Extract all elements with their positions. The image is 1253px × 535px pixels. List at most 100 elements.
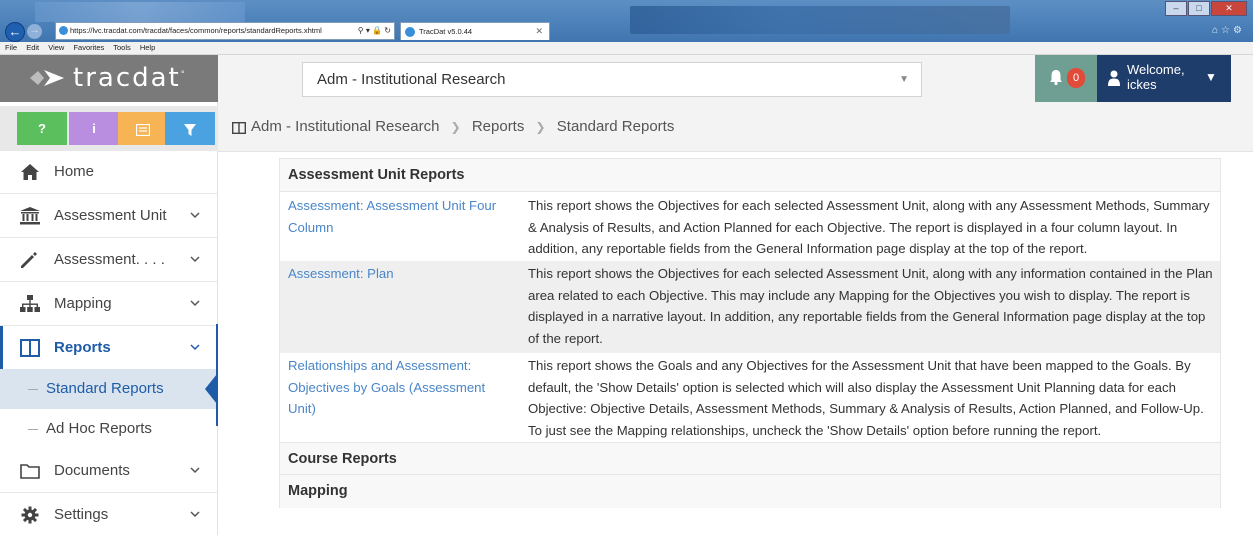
welcome-label: Welcome, xyxy=(1127,62,1185,77)
institution-icon xyxy=(20,207,40,225)
chevron-down-icon xyxy=(190,256,200,263)
tab-title: TracDat v5.0.44 xyxy=(419,27,473,36)
sidebar-item-home[interactable]: Home xyxy=(0,150,218,194)
sidebar-item-label: Home xyxy=(54,163,95,180)
sidebar-item-assessment[interactable]: Assessment. . . . xyxy=(0,238,218,282)
username: ickes xyxy=(1127,77,1157,92)
maximize-button[interactable]: □ xyxy=(1188,1,1210,16)
app-header: tracdat° Adm - Institutional Research ▼ … xyxy=(0,55,1253,102)
menu-edit[interactable]: Edit xyxy=(26,43,39,52)
browser-tab[interactable]: TracDat v5.0.44 ✕ xyxy=(400,22,550,40)
report-description: This report shows the Objectives for eac… xyxy=(528,266,1213,346)
chevron-down-icon xyxy=(190,212,200,219)
logo-arrow-icon xyxy=(30,70,64,86)
sidebar-subitem-label: Ad Hoc Reports xyxy=(46,420,152,437)
breadcrumb-item-current: Standard Reports xyxy=(556,118,675,135)
window-controls: – □ ✕ xyxy=(1165,1,1247,18)
sidebar-item-label: Assessment Unit xyxy=(54,207,167,224)
menu-view[interactable]: View xyxy=(48,43,64,52)
sidebar-item-label: Reports xyxy=(54,339,111,356)
chevron-down-icon xyxy=(190,511,200,518)
sidebar-subitem-label: Standard Reports xyxy=(46,380,164,397)
report-row: Assessment: Plan This report shows the O… xyxy=(280,261,1220,353)
close-window-button[interactable]: ✕ xyxy=(1211,1,1247,16)
report-link[interactable]: Assessment: Plan xyxy=(288,263,503,285)
chevron-down-icon xyxy=(190,344,200,351)
menu-favorites[interactable]: Favorites xyxy=(73,43,104,52)
breadcrumb-separator-icon: ❯ xyxy=(450,120,461,134)
sidebar: ? i Home Assessment Unit Assessment. . .… xyxy=(0,102,218,535)
sidebar-item-label: Mapping xyxy=(54,295,112,312)
section-header-assessment-unit[interactable]: Assessment Unit Reports xyxy=(280,159,1220,192)
list-icon xyxy=(135,123,151,136)
columns-icon xyxy=(232,122,246,134)
sidebar-item-reports[interactable]: Reports xyxy=(0,326,218,370)
section-header-course-reports[interactable]: Course Reports xyxy=(280,442,1220,475)
tree-line xyxy=(28,389,38,390)
home-icon xyxy=(21,164,39,180)
breadcrumb-item-reports[interactable]: Reports xyxy=(472,118,525,135)
breadcrumb-separator-icon: ❯ xyxy=(535,120,546,134)
breadcrumb-item-context[interactable]: Adm - Institutional Research xyxy=(251,118,439,135)
report-description: This report shows the Objectives for eac… xyxy=(528,198,1210,256)
columns-icon xyxy=(20,339,40,357)
logo[interactable]: tracdat° xyxy=(0,55,218,102)
info-button[interactable]: i xyxy=(69,112,119,145)
user-menu-button[interactable]: Welcome, ickes ▼ xyxy=(1097,55,1231,102)
screen: ← → https://lvc.tracdat.com/tracdat/face… xyxy=(0,0,1253,535)
list-button[interactable] xyxy=(118,112,168,145)
sidebar-item-label: Settings xyxy=(54,506,109,523)
address-bar[interactable]: https://lvc.tracdat.com/tracdat/faces/co… xyxy=(55,22,395,40)
sidebar-subitem-standard-reports[interactable]: Standard Reports xyxy=(0,369,218,409)
context-select[interactable]: Adm - Institutional Research ▼ xyxy=(302,62,922,97)
section-header-mapping[interactable]: Mapping xyxy=(280,475,1220,508)
breadcrumb-trail: Adm - Institutional Research ❯ Reports ❯… xyxy=(251,102,674,152)
report-link[interactable]: Relationships and Assessment: Objectives… xyxy=(288,355,503,420)
context-select-value: Adm - Institutional Research xyxy=(317,71,506,88)
breadcrumb: Adm - Institutional Research ❯ Reports ❯… xyxy=(218,102,1253,152)
report-row: Assessment: Assessment Unit Four Column … xyxy=(280,193,1220,261)
sidebar-subitem-ad-hoc-reports[interactable]: Ad Hoc Reports xyxy=(0,409,218,449)
help-button[interactable]: ? xyxy=(17,112,67,145)
tab-close-icon[interactable]: ✕ xyxy=(535,23,543,40)
address-tools-icon[interactable]: ⚲ ▾ 🔒 ↻ xyxy=(358,23,391,39)
bell-icon xyxy=(1050,70,1062,85)
site-icon xyxy=(59,26,68,35)
sidebar-item-label: Assessment. . . . xyxy=(54,251,165,268)
tab-favicon-icon xyxy=(405,27,415,37)
user-icon xyxy=(1108,70,1120,86)
report-link[interactable]: Assessment: Assessment Unit Four Column xyxy=(288,195,503,238)
back-button[interactable]: ← xyxy=(5,22,25,42)
browser-menubar: File Edit View Favorites Tools Help xyxy=(0,42,1253,55)
logo-text: tracdat° xyxy=(73,63,187,93)
caret-down-icon: ▼ xyxy=(1205,70,1217,84)
chevron-down-icon: ▼ xyxy=(899,74,909,85)
notification-count-badge: 0 xyxy=(1067,68,1085,88)
active-group-border xyxy=(216,324,218,426)
sidebar-item-mapping[interactable]: Mapping xyxy=(0,282,218,326)
sidebar-item-settings[interactable]: Settings xyxy=(0,493,218,535)
reports-panel: Assessment Unit Reports Assessment: Asse… xyxy=(279,158,1221,508)
browser-toolbar-icons[interactable]: ⌂☆⚙ xyxy=(1212,25,1245,36)
menu-help[interactable]: Help xyxy=(140,43,155,52)
tree-line xyxy=(28,429,38,430)
menu-tools[interactable]: Tools xyxy=(113,43,131,52)
pencil-icon xyxy=(21,252,37,268)
menu-file[interactable]: File xyxy=(5,43,17,52)
filter-button[interactable] xyxy=(165,112,215,145)
quick-actions: ? i xyxy=(0,106,218,151)
gear-icon xyxy=(21,506,39,524)
sitemap-icon xyxy=(20,295,40,312)
browser-titlebar: ← → https://lvc.tracdat.com/tracdat/face… xyxy=(0,0,1253,42)
sidebar-item-assessment-unit[interactable]: Assessment Unit xyxy=(0,194,218,238)
forward-button[interactable]: → xyxy=(27,24,42,39)
url-text: https://lvc.tracdat.com/tracdat/faces/co… xyxy=(70,26,322,35)
folder-icon xyxy=(20,464,40,479)
minimize-button[interactable]: – xyxy=(1165,1,1187,16)
report-row: Relationships and Assessment: Objectives… xyxy=(280,353,1220,441)
notifications-button[interactable]: 0 xyxy=(1035,55,1097,102)
filter-icon xyxy=(184,123,196,136)
background-window-blur xyxy=(630,6,1010,34)
background-window-blur xyxy=(35,2,245,22)
sidebar-item-documents[interactable]: Documents xyxy=(0,449,218,493)
